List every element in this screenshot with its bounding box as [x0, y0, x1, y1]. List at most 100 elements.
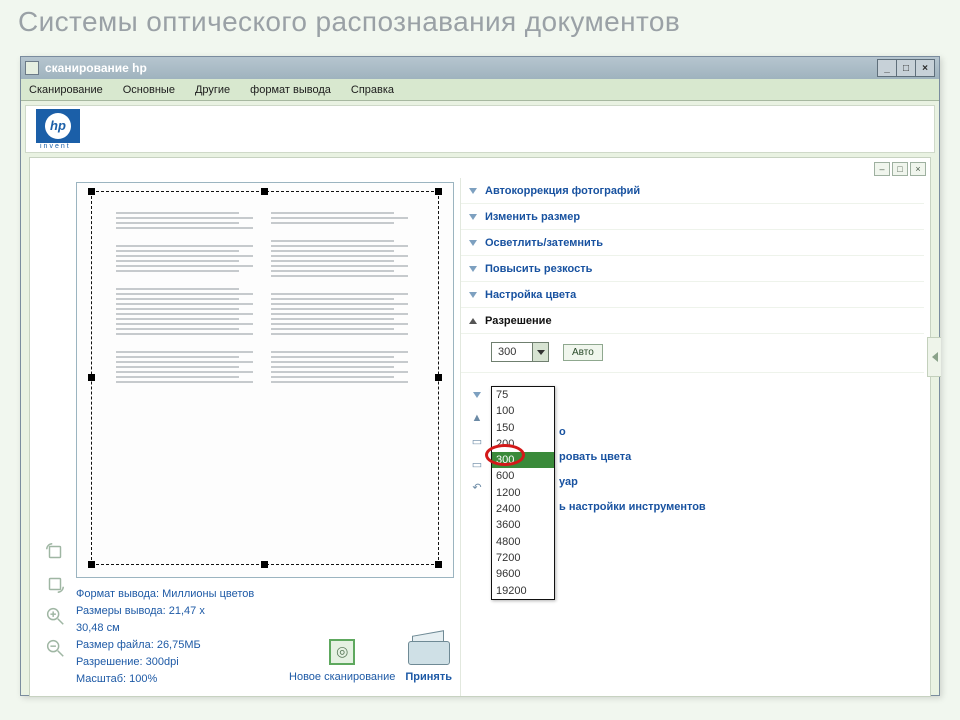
info-size-b: 30,48 см — [76, 620, 283, 637]
resolution-option[interactable]: 2400 — [492, 501, 554, 517]
rotate-ccw-icon[interactable] — [43, 572, 67, 596]
chevron-down-icon — [469, 266, 477, 272]
acc-sharpen[interactable]: Повысить резкость — [461, 256, 924, 282]
menu-format[interactable]: формат вывода — [246, 82, 335, 98]
chevron-down-icon — [469, 188, 477, 194]
acc-resize[interactable]: Изменить размер — [461, 204, 924, 230]
resolution-option[interactable]: 1200 — [492, 485, 554, 501]
pane-close-button[interactable]: × — [910, 162, 926, 176]
pane-minimize-button[interactable]: – — [874, 162, 890, 176]
resolution-option[interactable]: 4800 — [492, 534, 554, 550]
acc-resolution[interactable]: Разрешение — [461, 308, 924, 334]
hp-logo-text: hp — [45, 113, 71, 139]
scan-preview[interactable] — [76, 182, 454, 578]
auto-button[interactable]: Авто — [563, 344, 603, 361]
menu-other[interactable]: Другие — [191, 82, 234, 98]
menu-help[interactable]: Справка — [347, 82, 398, 98]
resolution-option[interactable]: 19200 — [492, 583, 554, 599]
tools-column: Автокоррекция фотографий Изменить размер… — [460, 178, 930, 696]
resolution-option[interactable]: 200 — [492, 436, 554, 452]
pane-window-controls: – □ × — [874, 162, 926, 176]
crop-handle-tm[interactable] — [261, 188, 268, 195]
crop-selection[interactable] — [91, 191, 439, 565]
info-format: Формат вывода: Миллионы цветов — [76, 586, 283, 603]
rotate-cw-icon[interactable] — [43, 540, 67, 564]
resolution-option[interactable]: 600 — [492, 468, 554, 484]
menu-scan[interactable]: Сканирование — [25, 82, 107, 98]
main-pane: – □ × — [29, 157, 931, 697]
crop-handle-tl[interactable] — [88, 188, 95, 195]
logo-strip: hp invent — [25, 105, 935, 153]
hp-logo: hp invent — [36, 109, 80, 150]
resolution-options-popup[interactable]: 7510015020030060012002400360048007200960… — [491, 386, 555, 600]
hidden-acc-icons: ▲ ▭ ▭ ↶ — [469, 388, 485, 494]
hidden-acc-labels: о ровать цвета уар ь настройки инструмен… — [559, 423, 706, 515]
acc-autocorrect-label: Автокоррекция фотографий — [485, 185, 640, 197]
acc-autocorrect[interactable]: Автокоррекция фотографий — [461, 178, 924, 204]
zoom-out-icon[interactable] — [43, 636, 67, 660]
menu-main[interactable]: Основные — [119, 82, 179, 98]
resolution-option[interactable]: 7200 — [492, 550, 554, 566]
resolution-option[interactable]: 100 — [492, 403, 554, 419]
hidden-label-a: о — [559, 423, 706, 440]
minimize-button[interactable]: _ — [877, 59, 897, 77]
zoom-in-icon[interactable] — [43, 604, 67, 628]
resolution-option[interactable]: 300 — [492, 452, 554, 468]
acc-color[interactable]: Настройка цвета — [461, 282, 924, 308]
pane-restore-button[interactable]: □ — [892, 162, 908, 176]
mirror-icon[interactable]: ▲ — [469, 411, 485, 425]
close-button[interactable]: × — [915, 59, 935, 77]
crop-handle-mr[interactable] — [435, 374, 442, 381]
resolution-option[interactable]: 150 — [492, 420, 554, 436]
scanner-icon[interactable] — [408, 633, 450, 665]
chevron-down-icon — [469, 292, 477, 298]
document-preview-content — [116, 212, 414, 540]
rect-icon[interactable]: ▭ — [469, 457, 485, 471]
accept-link[interactable]: Принять — [405, 669, 452, 686]
maximize-button[interactable]: □ — [896, 59, 916, 77]
resolution-body: 300 Авто — [461, 334, 924, 373]
resolution-dropdown[interactable]: 300 — [491, 342, 549, 362]
acc-resolution-label: Разрешение — [485, 315, 552, 327]
tool-rail — [40, 182, 70, 690]
info-scale: Масштаб: 100% — [76, 671, 283, 688]
rect-icon[interactable]: ▭ — [469, 434, 485, 448]
crop-handle-ml[interactable] — [88, 374, 95, 381]
window-controls: _ □ × — [877, 59, 935, 77]
chevron-down-icon — [469, 240, 477, 246]
resolution-option[interactable]: 9600 — [492, 566, 554, 582]
crop-handle-tr[interactable] — [435, 188, 442, 195]
crop-handle-bm[interactable] — [261, 561, 268, 568]
collapse-sidebar-tab[interactable] — [927, 337, 941, 377]
acc-color-label: Настройка цвета — [485, 289, 576, 301]
info-size-a: Размеры вывода: 21,47 x — [76, 603, 283, 620]
acc-sharpen-label: Повысить резкость — [485, 263, 592, 275]
chevron-down-icon — [469, 214, 477, 220]
menu-bar: Сканирование Основные Другие формат выво… — [21, 79, 939, 101]
output-info: Формат вывода: Миллионы цветов Размеры в… — [76, 578, 454, 690]
title-bar: сканирование hp _ □ × — [21, 57, 939, 79]
slide-title: Системы оптического распознавания докуме… — [0, 0, 960, 44]
acc-lighten-label: Осветлить/затемнить — [485, 237, 603, 249]
info-filesize: Размер файла: 26,75МБ — [76, 637, 283, 654]
chevron-left-icon — [932, 352, 938, 362]
hidden-label-c: уар — [559, 473, 706, 490]
resolution-option[interactable]: 75 — [492, 387, 554, 403]
chevron-down-icon[interactable] — [469, 388, 485, 402]
hidden-label-b: ровать цвета — [559, 448, 706, 465]
new-scan-icon[interactable]: ◎ — [329, 639, 355, 665]
hp-logo-sub: invent — [40, 143, 80, 150]
hidden-label-d: ь настройки инструментов — [559, 498, 706, 515]
acc-lighten[interactable]: Осветлить/затемнить — [461, 230, 924, 256]
new-scan-link[interactable]: Новое сканирование — [289, 669, 395, 686]
info-resolution: Разрешение: 300dpi — [76, 654, 283, 671]
crop-handle-bl[interactable] — [88, 561, 95, 568]
window-title: сканирование hp — [45, 61, 877, 75]
app-window: сканирование hp _ □ × Сканирование Основ… — [20, 56, 940, 696]
crop-handle-br[interactable] — [435, 561, 442, 568]
undo-icon[interactable]: ↶ — [469, 480, 485, 494]
resolution-value: 300 — [492, 346, 532, 358]
preview-column: Формат вывода: Миллионы цветов Размеры в… — [30, 178, 460, 696]
resolution-option[interactable]: 3600 — [492, 517, 554, 533]
dropdown-arrow-icon[interactable] — [532, 343, 548, 361]
